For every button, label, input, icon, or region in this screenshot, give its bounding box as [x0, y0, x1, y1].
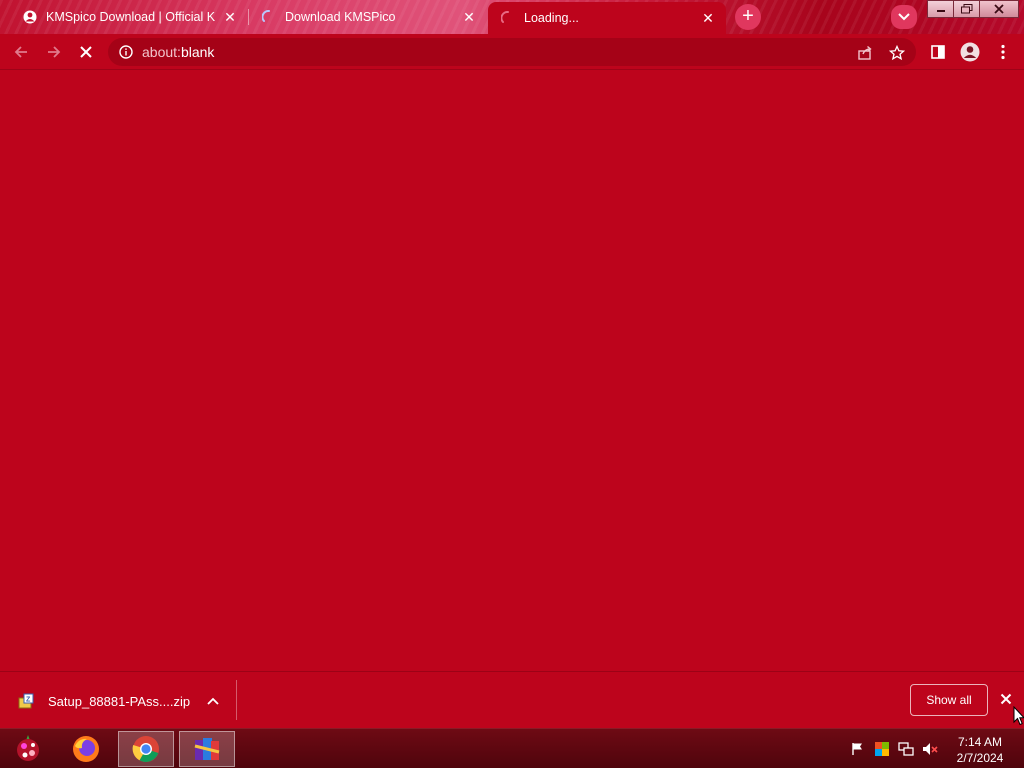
browser-toolbar: about:blank	[0, 34, 1024, 70]
taskbar-app-firefox[interactable]	[58, 731, 114, 767]
stop-loading-button[interactable]	[74, 40, 98, 64]
site-icon	[22, 9, 38, 25]
back-button[interactable]	[9, 40, 33, 64]
stop-icon	[80, 46, 92, 58]
winrar-icon	[194, 738, 220, 760]
profile-avatar-icon	[960, 42, 980, 62]
url-path: blank	[180, 44, 215, 60]
url-scheme: about:	[142, 44, 181, 60]
forward-arrow-icon	[48, 46, 61, 58]
tab-close-icon[interactable]: ✕	[461, 9, 477, 25]
download-shelf: Z Satup_88881-PAss....zip Show all	[0, 671, 1024, 728]
volume-muted-icon[interactable]	[922, 741, 938, 757]
close-icon	[994, 4, 1004, 14]
security-shield-icon[interactable]	[874, 741, 890, 757]
tab-download-kmspico[interactable]: Download KMSPico ✕	[249, 2, 487, 32]
start-button[interactable]	[0, 731, 56, 767]
tab-search-button[interactable]	[891, 5, 917, 29]
browser-menu-button[interactable]	[991, 40, 1015, 64]
minimize-icon	[937, 10, 945, 12]
address-text: about:blank	[142, 44, 214, 60]
download-file-name: Satup_88881-PAss....zip	[48, 693, 191, 709]
restore-button[interactable]	[953, 0, 981, 18]
zip-file-icon: Z	[18, 693, 34, 709]
loading-spinner-icon	[500, 10, 516, 26]
close-window-button[interactable]	[979, 0, 1019, 18]
loading-spinner-icon	[261, 9, 277, 25]
side-panel-button[interactable]	[926, 40, 950, 64]
forward-button[interactable]	[42, 40, 66, 64]
system-clock[interactable]: 7:14 AM 2/7/2024	[948, 734, 1012, 766]
profile-button[interactable]	[958, 40, 982, 64]
kebab-menu-icon	[1001, 44, 1005, 60]
show-all-button[interactable]: Show all	[910, 684, 988, 716]
new-tab-button[interactable]: +	[735, 4, 761, 30]
taskbar-app-chrome[interactable]	[118, 731, 174, 767]
address-bar[interactable]: about:blank	[108, 38, 916, 66]
svg-text:Z: Z	[26, 697, 31, 704]
back-arrow-icon	[14, 46, 27, 58]
restore-icon	[961, 4, 973, 14]
mouse-cursor-icon	[1013, 706, 1024, 726]
close-icon	[1000, 693, 1012, 705]
taskbar-app-winrar[interactable]	[179, 731, 235, 767]
action-center-flag-icon[interactable]	[850, 741, 866, 757]
start-orb-icon	[17, 735, 39, 761]
clock-date: 2/7/2024	[956, 751, 1004, 765]
download-item[interactable]: Z Satup_88881-PAss....zip	[18, 690, 190, 712]
clock-time: 7:14 AM	[957, 735, 1003, 749]
tab-kmspico-official[interactable]: KMSpico Download | Official KM ✕	[10, 2, 248, 32]
bookmark-star-icon[interactable]	[888, 44, 906, 62]
tab-loading[interactable]: Loading... ✕	[488, 2, 726, 34]
tab-close-icon[interactable]: ✕	[222, 9, 238, 25]
chevron-up-icon	[207, 697, 219, 705]
tab-close-icon[interactable]: ✕	[700, 10, 716, 26]
chevron-down-icon	[898, 13, 910, 21]
tab-strip: KMSpico Download | Official KM ✕ Downloa…	[0, 0, 1024, 34]
minimize-button[interactable]	[927, 0, 955, 18]
tab-title: KMSpico Download | Official KM	[46, 10, 216, 24]
page-content	[0, 70, 1024, 671]
share-icon[interactable]	[856, 44, 874, 62]
tab-title: Loading...	[524, 11, 579, 25]
tab-title: Download KMSPico	[285, 10, 396, 24]
info-icon[interactable]	[118, 44, 134, 60]
firefox-icon	[73, 736, 99, 762]
taskbar: 7:14 AM 2/7/2024	[0, 728, 1024, 768]
side-panel-icon	[931, 45, 945, 59]
shelf-divider	[236, 680, 237, 720]
download-options-button[interactable]	[204, 692, 222, 710]
chrome-icon	[132, 736, 159, 763]
network-icon[interactable]	[898, 741, 914, 757]
